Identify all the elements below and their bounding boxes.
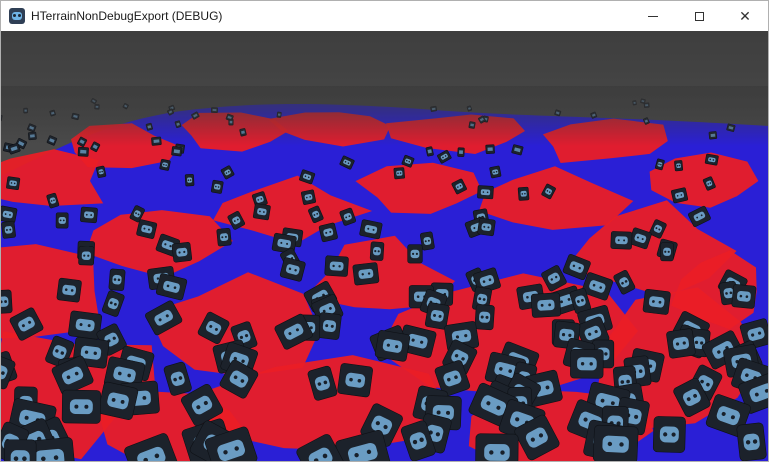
title-bar[interactable]: HTerrainNonDebugExport (DEBUG) ✕ — [1, 1, 768, 31]
grass-sprite — [159, 158, 171, 171]
grass-sprite — [1, 205, 18, 224]
app-window: HTerrainNonDebugExport (DEBUG) ✕ — [0, 0, 769, 462]
grass-sprite — [171, 242, 193, 263]
grass-sprite — [337, 363, 373, 398]
godot-icon — [9, 8, 25, 24]
grass-sprite — [374, 330, 411, 362]
grass-sprite — [252, 203, 271, 221]
grass-sprite — [592, 424, 639, 461]
minimize-icon — [648, 15, 658, 17]
game-viewport[interactable] — [1, 31, 768, 461]
grass-sprite — [674, 160, 684, 172]
grass-sprite — [210, 179, 224, 194]
distance-fog — [1, 86, 768, 146]
grass-sprite — [474, 304, 495, 331]
grass-sprite — [80, 206, 98, 224]
grass-sprite — [477, 218, 496, 237]
grass-sprite — [55, 212, 69, 229]
grass-sprite — [61, 389, 101, 424]
grass-sprite — [517, 186, 530, 201]
grass-sprite — [704, 153, 719, 166]
grass-sprite — [407, 244, 423, 264]
grass-sprite — [731, 284, 757, 309]
grass-sprite — [642, 288, 671, 315]
grass-sprite — [77, 146, 89, 157]
grass-sprite — [485, 144, 495, 154]
close-icon: ✕ — [739, 7, 751, 24]
grass-sprite — [108, 268, 126, 291]
grass-sprite — [78, 245, 95, 266]
grass-sprite — [6, 176, 21, 191]
grass-sprite — [317, 312, 342, 340]
grass-sprite — [666, 328, 696, 359]
grass-sprite — [489, 165, 502, 179]
window-title: HTerrainNonDebugExport (DEBUG) — [31, 9, 223, 23]
grass-sprite — [457, 147, 465, 158]
grass-sprite — [318, 222, 338, 243]
grass-sprite — [324, 255, 349, 277]
grass-sprite — [610, 231, 633, 250]
grass-sprite — [475, 433, 519, 461]
grass-sprite — [736, 422, 767, 461]
close-button[interactable]: ✕ — [722, 1, 768, 31]
grass-sprite — [530, 292, 562, 318]
grass-sprite — [301, 189, 317, 205]
grass-sprite — [171, 146, 183, 157]
grass-sprite — [216, 227, 232, 247]
grass-sprite — [1, 220, 16, 239]
grass-sprite — [393, 167, 405, 180]
minimize-button[interactable] — [630, 1, 676, 31]
grass-sprite — [652, 416, 686, 453]
grass-sprite — [96, 165, 107, 178]
maximize-button[interactable] — [676, 1, 722, 31]
grass-sprite — [477, 185, 494, 200]
grass-sprite — [56, 277, 82, 303]
maximize-icon — [694, 11, 704, 21]
grass-sprite — [352, 262, 380, 286]
terrain-scene — [1, 86, 768, 461]
grass-sprite — [4, 439, 37, 461]
grass-sprite — [369, 241, 385, 261]
grass-sprite — [1, 289, 13, 314]
grass-sprite — [184, 173, 195, 187]
grass-sprite — [660, 242, 674, 262]
grass-sprite — [671, 187, 689, 204]
grass-sprite — [570, 348, 604, 379]
